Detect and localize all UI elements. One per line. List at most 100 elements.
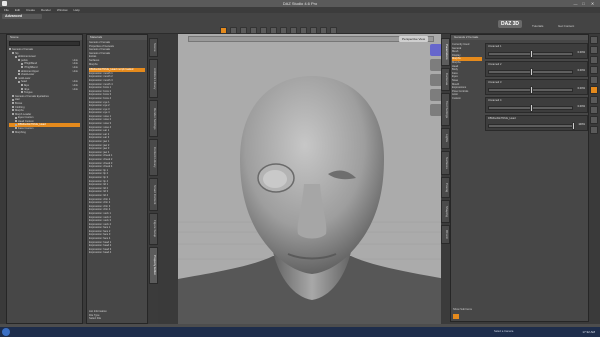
parameter-group-item[interactable]: Custom — [452, 97, 482, 101]
visibility-icon[interactable] — [21, 91, 23, 94]
slider-knob[interactable] — [572, 122, 575, 130]
tool-icon[interactable] — [590, 36, 598, 44]
tool-icon[interactable] — [590, 96, 598, 104]
select-tool-icon[interactable] — [220, 27, 227, 34]
left-tab-render-settings[interactable]: Render Settings — [149, 99, 158, 137]
morph-slider[interactable]: Unnamed 3 0.00% — [485, 79, 588, 95]
right-tab-surfaces[interactable]: Surfaces — [441, 150, 450, 176]
morph-slider[interactable]: Unnamed 2 0.00% — [485, 61, 588, 77]
tool-icon[interactable] — [590, 66, 598, 74]
menu-window[interactable]: Window — [57, 8, 68, 12]
right-tab-tool-settings[interactable]: Tool Settings — [441, 92, 450, 126]
render-settings-icon[interactable] — [330, 27, 337, 34]
menu-edit[interactable]: Edit — [15, 8, 20, 12]
joint-editor-icon[interactable] — [270, 27, 277, 34]
visibility-icon[interactable] — [12, 95, 14, 98]
figure-selector[interactable]: Genesis 2 Female — [451, 35, 588, 40]
right-tab-parameters[interactable]: Parameters — [441, 38, 450, 66]
tool-icon[interactable] — [590, 76, 598, 84]
visibility-icon[interactable] — [12, 113, 14, 115]
active-tool-icon[interactable] — [590, 86, 598, 94]
menu-file[interactable]: File — [4, 8, 9, 12]
scale-tool-icon[interactable] — [250, 27, 257, 34]
show-sub-items-checkbox[interactable]: Show Sub Items — [453, 308, 472, 311]
slider-knob[interactable] — [530, 104, 533, 112]
select-file-button[interactable]: Select File — [89, 317, 145, 321]
options-button[interactable] — [453, 314, 459, 319]
left-tab-property-editor[interactable]: Property Editor — [149, 246, 158, 284]
light-tool-icon[interactable] — [300, 27, 307, 34]
slider-track[interactable] — [488, 124, 573, 128]
tool-icon[interactable] — [590, 106, 598, 114]
visibility-icon[interactable] — [18, 59, 20, 62]
visibility-icon[interactable] — [12, 130, 14, 133]
visibility-icon[interactable] — [12, 98, 14, 101]
slider-value[interactable]: 0.00% — [578, 105, 585, 108]
slider-value[interactable]: 0.00% — [578, 87, 585, 90]
slider-knob[interactable] — [530, 86, 533, 94]
get-content-link[interactable]: Get Content — [558, 24, 574, 28]
visibility-icon[interactable] — [21, 84, 23, 87]
morph-slider[interactable]: Unnamed 1 0.00% — [485, 43, 588, 59]
menu-create[interactable]: Create — [26, 8, 35, 12]
maximize-button[interactable]: □ — [580, 1, 587, 6]
visibility-icon[interactable] — [15, 127, 17, 130]
visibility-icon[interactable] — [15, 116, 17, 119]
menu-render[interactable]: Render — [41, 8, 51, 12]
start-button[interactable] — [2, 328, 10, 336]
morph-header-item[interactable]: Morphs — [89, 63, 145, 67]
morph-list-item[interactable]: Expression: head 4 — [89, 251, 145, 255]
geometry-tool-icon[interactable] — [310, 27, 317, 34]
visibility-icon[interactable] — [15, 55, 17, 58]
scene-search-input[interactable] — [9, 41, 80, 46]
visibility-icon[interactable] — [18, 80, 20, 83]
visibility-icon[interactable] — [12, 109, 14, 112]
minimize-button[interactable]: — — [572, 1, 579, 6]
left-tab-scene[interactable]: Scene — [149, 38, 158, 57]
right-tab-lights[interactable]: Lights — [441, 128, 450, 149]
morph-slider[interactable]: FBMGoblinTRUE_Head 100% — [485, 115, 588, 131]
scene-tree-item[interactable]: Morphing — [9, 131, 80, 135]
visibility-icon[interactable] — [12, 105, 14, 108]
visibility-icon[interactable] — [21, 62, 23, 65]
visibility-icon[interactable] — [18, 73, 20, 76]
left-tab-smart-content[interactable]: Smart Content — [149, 177, 158, 212]
close-button[interactable]: ✕ — [589, 1, 596, 6]
tool-icon[interactable] — [590, 116, 598, 124]
rotate-tool-icon[interactable] — [240, 27, 247, 34]
right-tab-posing[interactable]: Posing — [441, 177, 450, 198]
taskbar-task[interactable]: Select a Camera — [494, 330, 513, 333]
universal-tool-icon[interactable] — [260, 27, 267, 34]
slider-knob[interactable] — [530, 50, 533, 58]
surface-tool-icon[interactable] — [280, 27, 287, 34]
tutorials-link[interactable]: Tutorials — [532, 24, 543, 28]
menu-help[interactable]: Help — [74, 8, 80, 12]
tool-icon[interactable] — [590, 56, 598, 64]
morph-slider[interactable]: Unnamed 4 0.00% — [485, 97, 588, 113]
left-tab-content-library[interactable]: Content Library — [149, 138, 158, 176]
slider-knob[interactable] — [530, 68, 533, 76]
visibility-icon[interactable] — [21, 66, 23, 69]
visibility-icon[interactable] — [15, 77, 17, 80]
tool-icon[interactable] — [590, 46, 598, 54]
left-tab-figure-setup[interactable]: Figure Setup — [149, 213, 158, 245]
visibility-icon[interactable] — [12, 102, 14, 105]
visibility-icon[interactable] — [15, 123, 17, 126]
visibility-icon[interactable] — [21, 87, 23, 90]
visibility-icon[interactable] — [15, 120, 17, 123]
slider-value[interactable]: 0.00% — [578, 69, 585, 72]
viewport[interactable]: Perspective View — [178, 34, 446, 324]
visibility-icon[interactable] — [18, 69, 20, 72]
left-tab-aniblock-library[interactable]: Aniblock Library — [149, 59, 158, 98]
tab-advanced[interactable]: Advanced — [2, 14, 42, 19]
slider-value[interactable]: 0.00% — [578, 51, 585, 54]
camera-dropdown[interactable]: Perspective View — [399, 36, 428, 42]
right-tab-cameras[interactable]: Cameras — [441, 68, 450, 91]
camera-tool-icon[interactable] — [290, 27, 297, 34]
move-tool-icon[interactable] — [230, 27, 237, 34]
right-tab-shaping[interactable]: Shaping — [441, 200, 450, 223]
slider-value[interactable]: 100% — [578, 123, 585, 126]
visibility-icon[interactable] — [12, 51, 14, 54]
right-tab-dform[interactable]: DForm — [441, 224, 450, 244]
visibility-icon[interactable] — [9, 48, 11, 51]
